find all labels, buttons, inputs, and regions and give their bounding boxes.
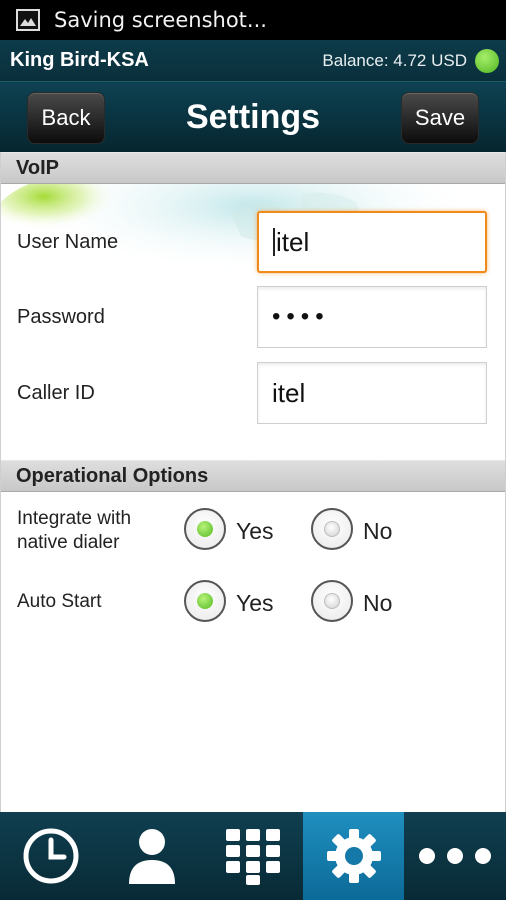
- integrate-dialer-option: Integrate with native dialer Yes No: [1, 504, 505, 564]
- autostart-yes-label[interactable]: Yes: [236, 590, 274, 617]
- bottom-tab-bar: [0, 812, 506, 900]
- operational-section-title: Operational Options: [16, 464, 209, 487]
- auto-start-label-text: Auto Start: [17, 591, 102, 612]
- integrate-dialer-label-line1: Integrate with: [17, 508, 132, 529]
- tab-history[interactable]: [0, 812, 101, 900]
- voip-section: User Name itel Password •••• Caller ID i…: [1, 184, 505, 460]
- username-row: User Name itel: [1, 207, 505, 277]
- online-status-icon: [475, 48, 499, 73]
- integrate-yes-radio[interactable]: [184, 508, 226, 550]
- contacts-icon: [128, 829, 175, 884]
- tab-contacts[interactable]: [101, 812, 202, 900]
- integrate-dialer-label-line2: native dialer: [17, 532, 120, 553]
- settings-gear-icon: [326, 829, 381, 883]
- username-label: User Name: [17, 230, 119, 253]
- tab-more[interactable]: [404, 812, 505, 900]
- save-button[interactable]: Save: [401, 92, 479, 144]
- voip-section-title: VoIP: [16, 156, 59, 179]
- integrate-yes-label[interactable]: Yes: [236, 518, 274, 545]
- password-input[interactable]: ••••: [257, 286, 487, 348]
- operational-section: Integrate with native dialer Yes No Auto…: [1, 492, 505, 812]
- voip-section-header: VoIP: [1, 152, 505, 184]
- account-bar: King Bird-KSA Balance: 4.72 USD: [0, 40, 506, 82]
- caller-id-input[interactable]: itel: [257, 362, 487, 424]
- integrate-dialer-label: Integrate with native dialer: [17, 507, 131, 555]
- page-title: Settings: [185, 97, 321, 136]
- system-status-bar: Saving screenshot...: [0, 0, 506, 40]
- integrate-no-label[interactable]: No: [363, 518, 392, 545]
- tab-keypad[interactable]: [202, 812, 303, 900]
- operational-section-header: Operational Options: [1, 460, 505, 492]
- more-icon: [418, 848, 491, 864]
- caller-id-value: itel: [272, 377, 306, 408]
- settings-content: VoIP User Name itel Password •••• Caller…: [0, 152, 506, 812]
- status-text: Saving screenshot...: [54, 8, 267, 32]
- account-name: King Bird-KSA: [10, 49, 149, 71]
- balance-text: Balance: 4.72 USD: [322, 50, 467, 70]
- keypad-icon: [225, 829, 280, 885]
- image-icon: [16, 9, 40, 31]
- tab-settings[interactable]: [303, 812, 404, 900]
- password-row: Password ••••: [1, 282, 505, 352]
- autostart-no-radio[interactable]: [311, 580, 353, 622]
- caller-id-row: Caller ID itel: [1, 358, 505, 428]
- caller-id-label: Caller ID: [17, 381, 95, 404]
- username-value: itel: [276, 226, 310, 257]
- back-button[interactable]: Back: [27, 92, 105, 144]
- clock-icon: [23, 828, 78, 884]
- autostart-yes-radio[interactable]: [184, 580, 226, 622]
- password-value: ••••: [272, 303, 330, 330]
- autostart-no-label[interactable]: No: [363, 590, 392, 617]
- auto-start-label: Auto Start: [17, 590, 102, 614]
- auto-start-option: Auto Start Yes No: [1, 580, 505, 640]
- integrate-no-radio[interactable]: [311, 508, 353, 550]
- password-label: Password: [17, 305, 105, 328]
- text-caret: [273, 228, 275, 256]
- title-bar: Back Settings Save: [0, 82, 506, 152]
- username-input[interactable]: itel: [257, 211, 487, 273]
